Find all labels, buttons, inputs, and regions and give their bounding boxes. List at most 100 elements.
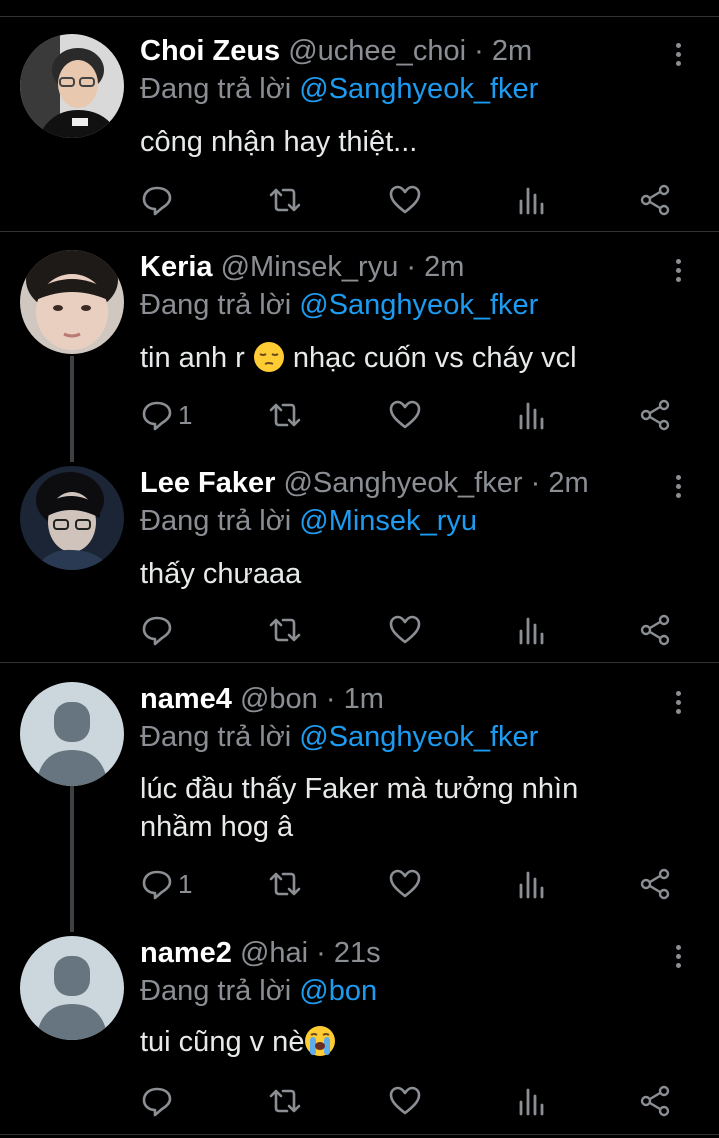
heart-icon [389,1086,421,1115]
reply-count: 1 [178,868,193,899]
timestamp[interactable]: 2m [548,467,588,499]
analytics-button[interactable] [514,397,548,433]
separator-dot: · [474,35,484,67]
heart-icon [389,869,421,898]
heart-icon [389,185,421,214]
display-name[interactable]: Choi Zeus [140,35,280,67]
analytics-icon [519,617,544,645]
user-handle[interactable]: @uchee_choi [288,35,466,67]
timestamp[interactable]: 2m [424,251,464,283]
user-handle[interactable]: @Minsek_ryu [221,251,399,283]
reply-icon [142,616,172,646]
reply-icon [142,401,172,431]
like-button[interactable] [388,866,422,902]
reply-button[interactable]: 1 [140,397,192,433]
share-button[interactable] [638,182,672,218]
reply-mention-link[interactable]: @Sanghyeok_fker [299,721,538,753]
loudly-crying-face-emoji-icon [305,1026,336,1056]
more-options-icon[interactable] [672,472,684,502]
separator-dot: · [530,467,541,499]
display-name[interactable]: Lee Faker [140,467,275,499]
like-button[interactable] [388,612,422,648]
analytics-button[interactable] [514,612,548,648]
reply-mention-link[interactable]: @Minsek_ryu [299,505,477,537]
user-handle[interactable]: @Sanghyeok_fker [283,467,522,499]
timestamp[interactable]: 1m [344,683,384,715]
share-button[interactable] [638,1083,672,1119]
reply-button[interactable]: 1 [140,866,192,902]
retweet-button[interactable] [268,397,302,433]
bottom-divider [0,1134,719,1135]
tweet-text: tin anh r nhạc cuốn vs cháy vcl [140,340,680,376]
retweet-button[interactable] [268,1083,302,1119]
display-name[interactable]: name2 [140,937,232,969]
reply-mention-link[interactable]: @bon [299,975,377,1007]
analytics-button[interactable] [514,1083,548,1119]
tweet-divider [0,662,719,663]
more-options-icon[interactable] [672,688,684,718]
like-button[interactable] [388,397,422,433]
reply-mention-link[interactable]: @Sanghyeok_fker [299,73,538,105]
like-button[interactable] [388,1083,422,1119]
more-options-icon[interactable] [672,40,684,70]
replying-to: Đang trả lời @Sanghyeok_fker [140,72,538,106]
reply-count: 1 [178,399,193,430]
more-options-icon[interactable] [672,256,684,286]
replying-to: Đang trả lời @Sanghyeok_fker [140,288,538,322]
analytics-button[interactable] [514,182,548,218]
action-bar: 1 [140,866,700,902]
like-button[interactable] [388,182,422,218]
avatar[interactable] [20,936,124,1040]
tweet-text-part: nhạc cuốn vs cháy vcl [292,342,577,374]
reply-button[interactable] [140,612,178,648]
heart-icon [389,615,421,644]
display-name[interactable]: name4 [140,683,232,715]
action-bar [140,612,700,648]
share-icon [640,614,670,646]
heart-icon [389,400,421,429]
tweet-header: name2 @hai · 21s [140,936,381,970]
replying-prefix: Đang trả lời [140,505,292,537]
retweet-icon [269,188,301,212]
avatar[interactable] [20,682,124,786]
replying-to: Đang trả lời @bon [140,974,377,1008]
share-button[interactable] [638,612,672,648]
tweet-text-part: tin anh r [140,342,245,374]
retweet-button[interactable] [268,182,302,218]
share-button[interactable] [638,866,672,902]
replying-to: Đang trả lời @Sanghyeok_fker [140,720,538,754]
reply-mention-link[interactable]: @Sanghyeok_fker [299,289,538,321]
avatar[interactable] [20,466,124,570]
reply-button[interactable] [140,182,178,218]
more-options-icon[interactable] [672,942,684,972]
action-bar [140,1083,700,1119]
tweet-text: tui cũng v nè [140,1024,680,1060]
avatar[interactable] [20,34,124,138]
retweet-button[interactable] [268,612,302,648]
action-bar: 1 [140,397,700,433]
display-name[interactable]: Keria [140,251,213,283]
tweet-header: name4 @bon · 1m [140,682,384,716]
thread-connector [70,786,74,932]
separator-dot: · [316,937,326,969]
replying-prefix: Đang trả lời [140,289,292,321]
user-handle[interactable]: @hai [240,937,308,969]
tweet-text: thấy chưaaa [140,558,302,590]
reply-icon [142,186,172,216]
reply-button[interactable] [140,1083,178,1119]
retweet-button[interactable] [268,866,302,902]
share-icon [640,1085,670,1117]
timestamp[interactable]: 2m [492,35,532,67]
analytics-button[interactable] [514,866,548,902]
replying-to: Đang trả lời @Minsek_ryu [140,504,477,538]
replying-prefix: Đang trả lời [140,975,292,1007]
share-icon [640,868,670,900]
action-bar [140,182,700,218]
tweet-text-part: tui cũng v nè [140,1026,305,1058]
pensive-face-emoji-icon [253,342,284,372]
user-handle[interactable]: @bon [240,683,318,715]
avatar[interactable] [20,250,124,354]
timestamp[interactable]: 21s [334,937,381,969]
share-button[interactable] [638,397,672,433]
retweet-icon [269,872,301,896]
